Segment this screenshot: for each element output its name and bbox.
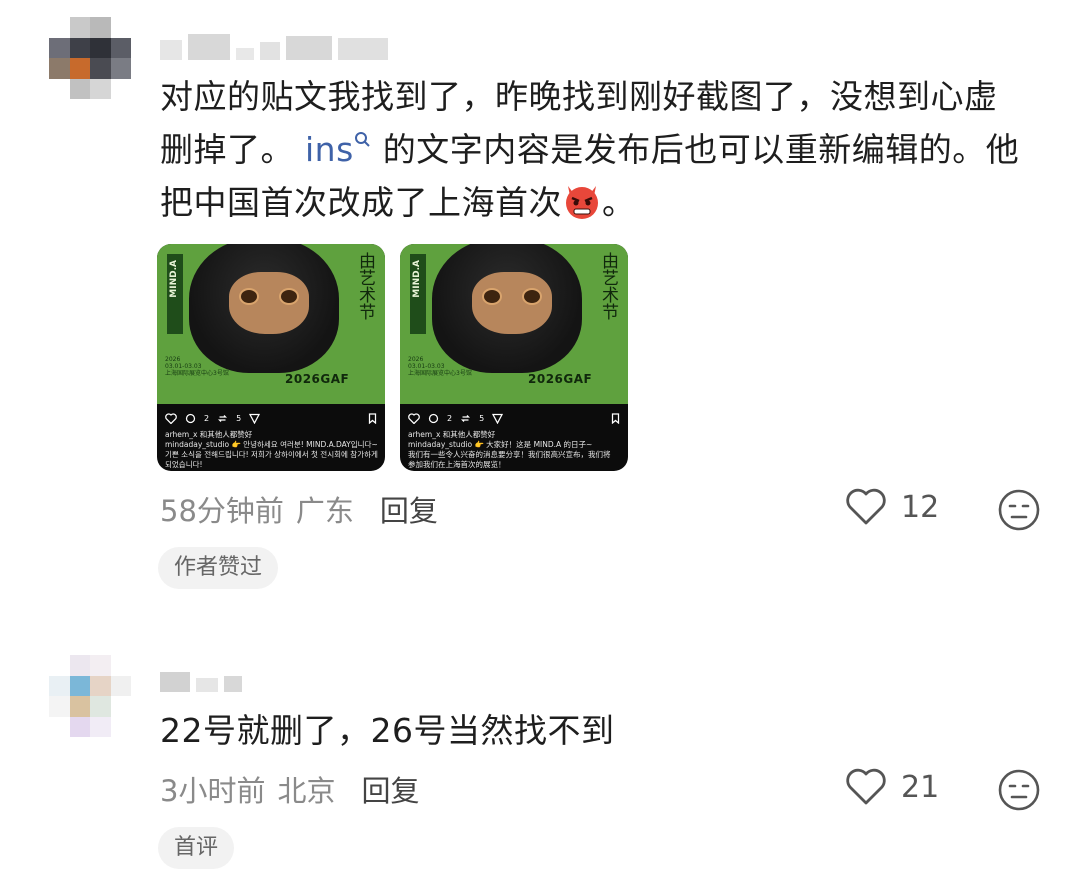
attached-screenshot[interactable]: MIND.A 由艺术节 2026 03.01-03.03 上海国际展览中心3号馆…: [157, 244, 385, 471]
cat-face: [472, 272, 552, 334]
cat-eye: [279, 288, 299, 305]
search-superscript-icon: [354, 132, 370, 147]
neutral-face-icon[interactable]: [998, 489, 1040, 531]
bookmark-icon: [611, 412, 620, 424]
comment-time: 3小时前: [160, 774, 266, 808]
ig-comment-count: 2: [447, 413, 453, 423]
poster-image: MIND.A 由艺术节 2026 03.01-03.03 上海国际展览中心3号馆…: [157, 244, 385, 404]
heart-outline-icon: [846, 768, 886, 805]
username-blurred[interactable]: [160, 666, 242, 692]
poster-side-label: MIND.A: [169, 260, 179, 298]
reply-button[interactable]: 回复: [380, 488, 438, 530]
poster-side-label: MIND.A: [412, 260, 422, 298]
send-icon: [492, 413, 504, 424]
comment-item: 对应的贴文我找到了，昨晚找到刚好截图了，没想到心虚 删掉了。 ins 的文字内容…: [0, 0, 1080, 600]
comment-meta: 3小时前 北京 回复: [160, 768, 419, 810]
poster-image: MIND.A 由艺术节 2026 03.01-03.03 上海国际展览中心3号馆…: [400, 244, 628, 404]
poster-gaf: 2026GAF: [528, 372, 593, 386]
poster-title: 由艺术节: [598, 252, 618, 320]
ig-repost-count: 5: [236, 413, 242, 423]
author-liked-badge: 作者赞过: [158, 547, 279, 589]
comment-text-segment: 把中国首次改成了上海首次: [160, 183, 562, 222]
comment-text-line: 删掉了。 ins 的文字内容是发布后也可以重新编辑的。他: [160, 123, 1050, 176]
heart-outline-icon: [846, 488, 886, 525]
avatar[interactable]: [49, 655, 131, 737]
link-label: ins: [305, 130, 354, 169]
poster-title: 由艺术节: [355, 252, 375, 320]
like-count: 21: [901, 769, 940, 805]
poster-side-band: MIND.A: [410, 254, 426, 334]
ig-caption-line: arhem_x 和其他人都赞好: [408, 430, 496, 439]
comment-text: 22号就删了，26号当然找不到: [160, 711, 615, 750]
attached-screenshot[interactable]: MIND.A 由艺术节 2026 03.01-03.03 上海国际展览中心3号馆…: [400, 244, 628, 471]
poster-venue: 上海国际展览中心3号馆: [408, 370, 472, 377]
repost-icon: [461, 414, 471, 422]
poster-venue: 上海国际展览中心3号馆: [165, 370, 229, 377]
ig-action-bar: 2 5: [408, 410, 620, 426]
poster-dates: 03.01-03.03: [165, 363, 202, 370]
like-button[interactable]: 12: [845, 488, 939, 526]
poster-year: 2026: [408, 356, 424, 363]
ig-repost-count: 5: [479, 413, 485, 423]
comment-text: 对应的贴文我找到了，昨晚找到刚好截图了，没想到心虚 删掉了。 ins 的文字内容…: [160, 70, 1050, 229]
username-blurred[interactable]: [160, 34, 388, 60]
comment-text-line: 对应的贴文我找到了，昨晚找到刚好截图了，没想到心虚: [160, 77, 998, 116]
reply-button[interactable]: 回复: [361, 768, 419, 810]
like-count: 12: [901, 489, 940, 525]
comment-text-segment: 。: [602, 183, 636, 222]
send-icon: [249, 413, 261, 424]
comment-bubble-icon: [185, 413, 196, 423]
ig-caption-line: mindaday_studio 👉 안녕하세요 여러분! MIND.A.DAY입…: [165, 440, 378, 449]
poster-details: 2026 03.01-03.03 上海国际展览中心3号馆: [165, 356, 275, 377]
ig-caption-line: mindaday_studio 👉 大家好！这是 MIND.A 的日子~: [408, 440, 593, 449]
like-button[interactable]: 21: [845, 768, 939, 806]
comment-bubble-icon: [428, 413, 439, 423]
comment-text-line: 把中国首次改成了上海首次 。: [160, 176, 1050, 229]
poster-year: 2026: [165, 356, 181, 363]
comment-meta: 58分钟前 广东 回复: [160, 488, 438, 530]
bookmark-icon: [368, 412, 377, 424]
ig-caption-line: 参加我们在上海首次的展览！: [408, 460, 506, 469]
comment-text-segment: 的文字内容是发布后也可以重新编辑的。他: [382, 130, 1020, 169]
poster-side-band: MIND.A: [167, 254, 183, 334]
ig-caption-line: 되었습니다!: [165, 460, 203, 469]
repost-icon: [218, 414, 228, 422]
comment-location: 广东: [295, 494, 354, 528]
heart-icon: [408, 412, 420, 424]
poster-dates: 03.01-03.03: [408, 363, 445, 370]
angry-devil-emoji: [566, 186, 598, 219]
ig-caption: arhem_x 和其他人都赞好 mindaday_studio 👉 안녕하세요 …: [165, 430, 379, 470]
neutral-face-icon[interactable]: [998, 769, 1040, 811]
ig-caption-line: 我们有一些令人兴奋的消息要分享！我们很高兴宣布，我们将: [408, 450, 611, 459]
comment-time: 58分钟前: [160, 494, 284, 528]
ig-caption-line: arhem_x 和其他人都赞好: [165, 430, 253, 439]
poster-gaf: 2026GAF: [285, 372, 350, 386]
ig-action-bar: 2 5: [165, 410, 377, 426]
cat-face: [229, 272, 309, 334]
poster-details: 2026 03.01-03.03 上海国际展览中心3号馆: [408, 356, 518, 377]
ins-search-link[interactable]: ins: [305, 130, 372, 169]
cat-eye: [482, 288, 502, 305]
first-comment-badge: 首评: [158, 827, 235, 869]
ig-caption-line: 기쁜 소식을 전해드립니다! 저희가 상하이에서 첫 전시회에 참가하게: [165, 450, 378, 459]
comment-text-segment: 删掉了。: [160, 130, 294, 169]
ig-caption: arhem_x 和其他人都赞好 mindaday_studio 👉 大家好！这是…: [408, 430, 622, 470]
cat-eye: [522, 288, 542, 305]
comment-location: 北京: [277, 774, 336, 808]
heart-icon: [165, 412, 177, 424]
avatar[interactable]: [49, 17, 131, 99]
ig-comment-count: 2: [204, 413, 210, 423]
cat-eye: [239, 288, 259, 305]
